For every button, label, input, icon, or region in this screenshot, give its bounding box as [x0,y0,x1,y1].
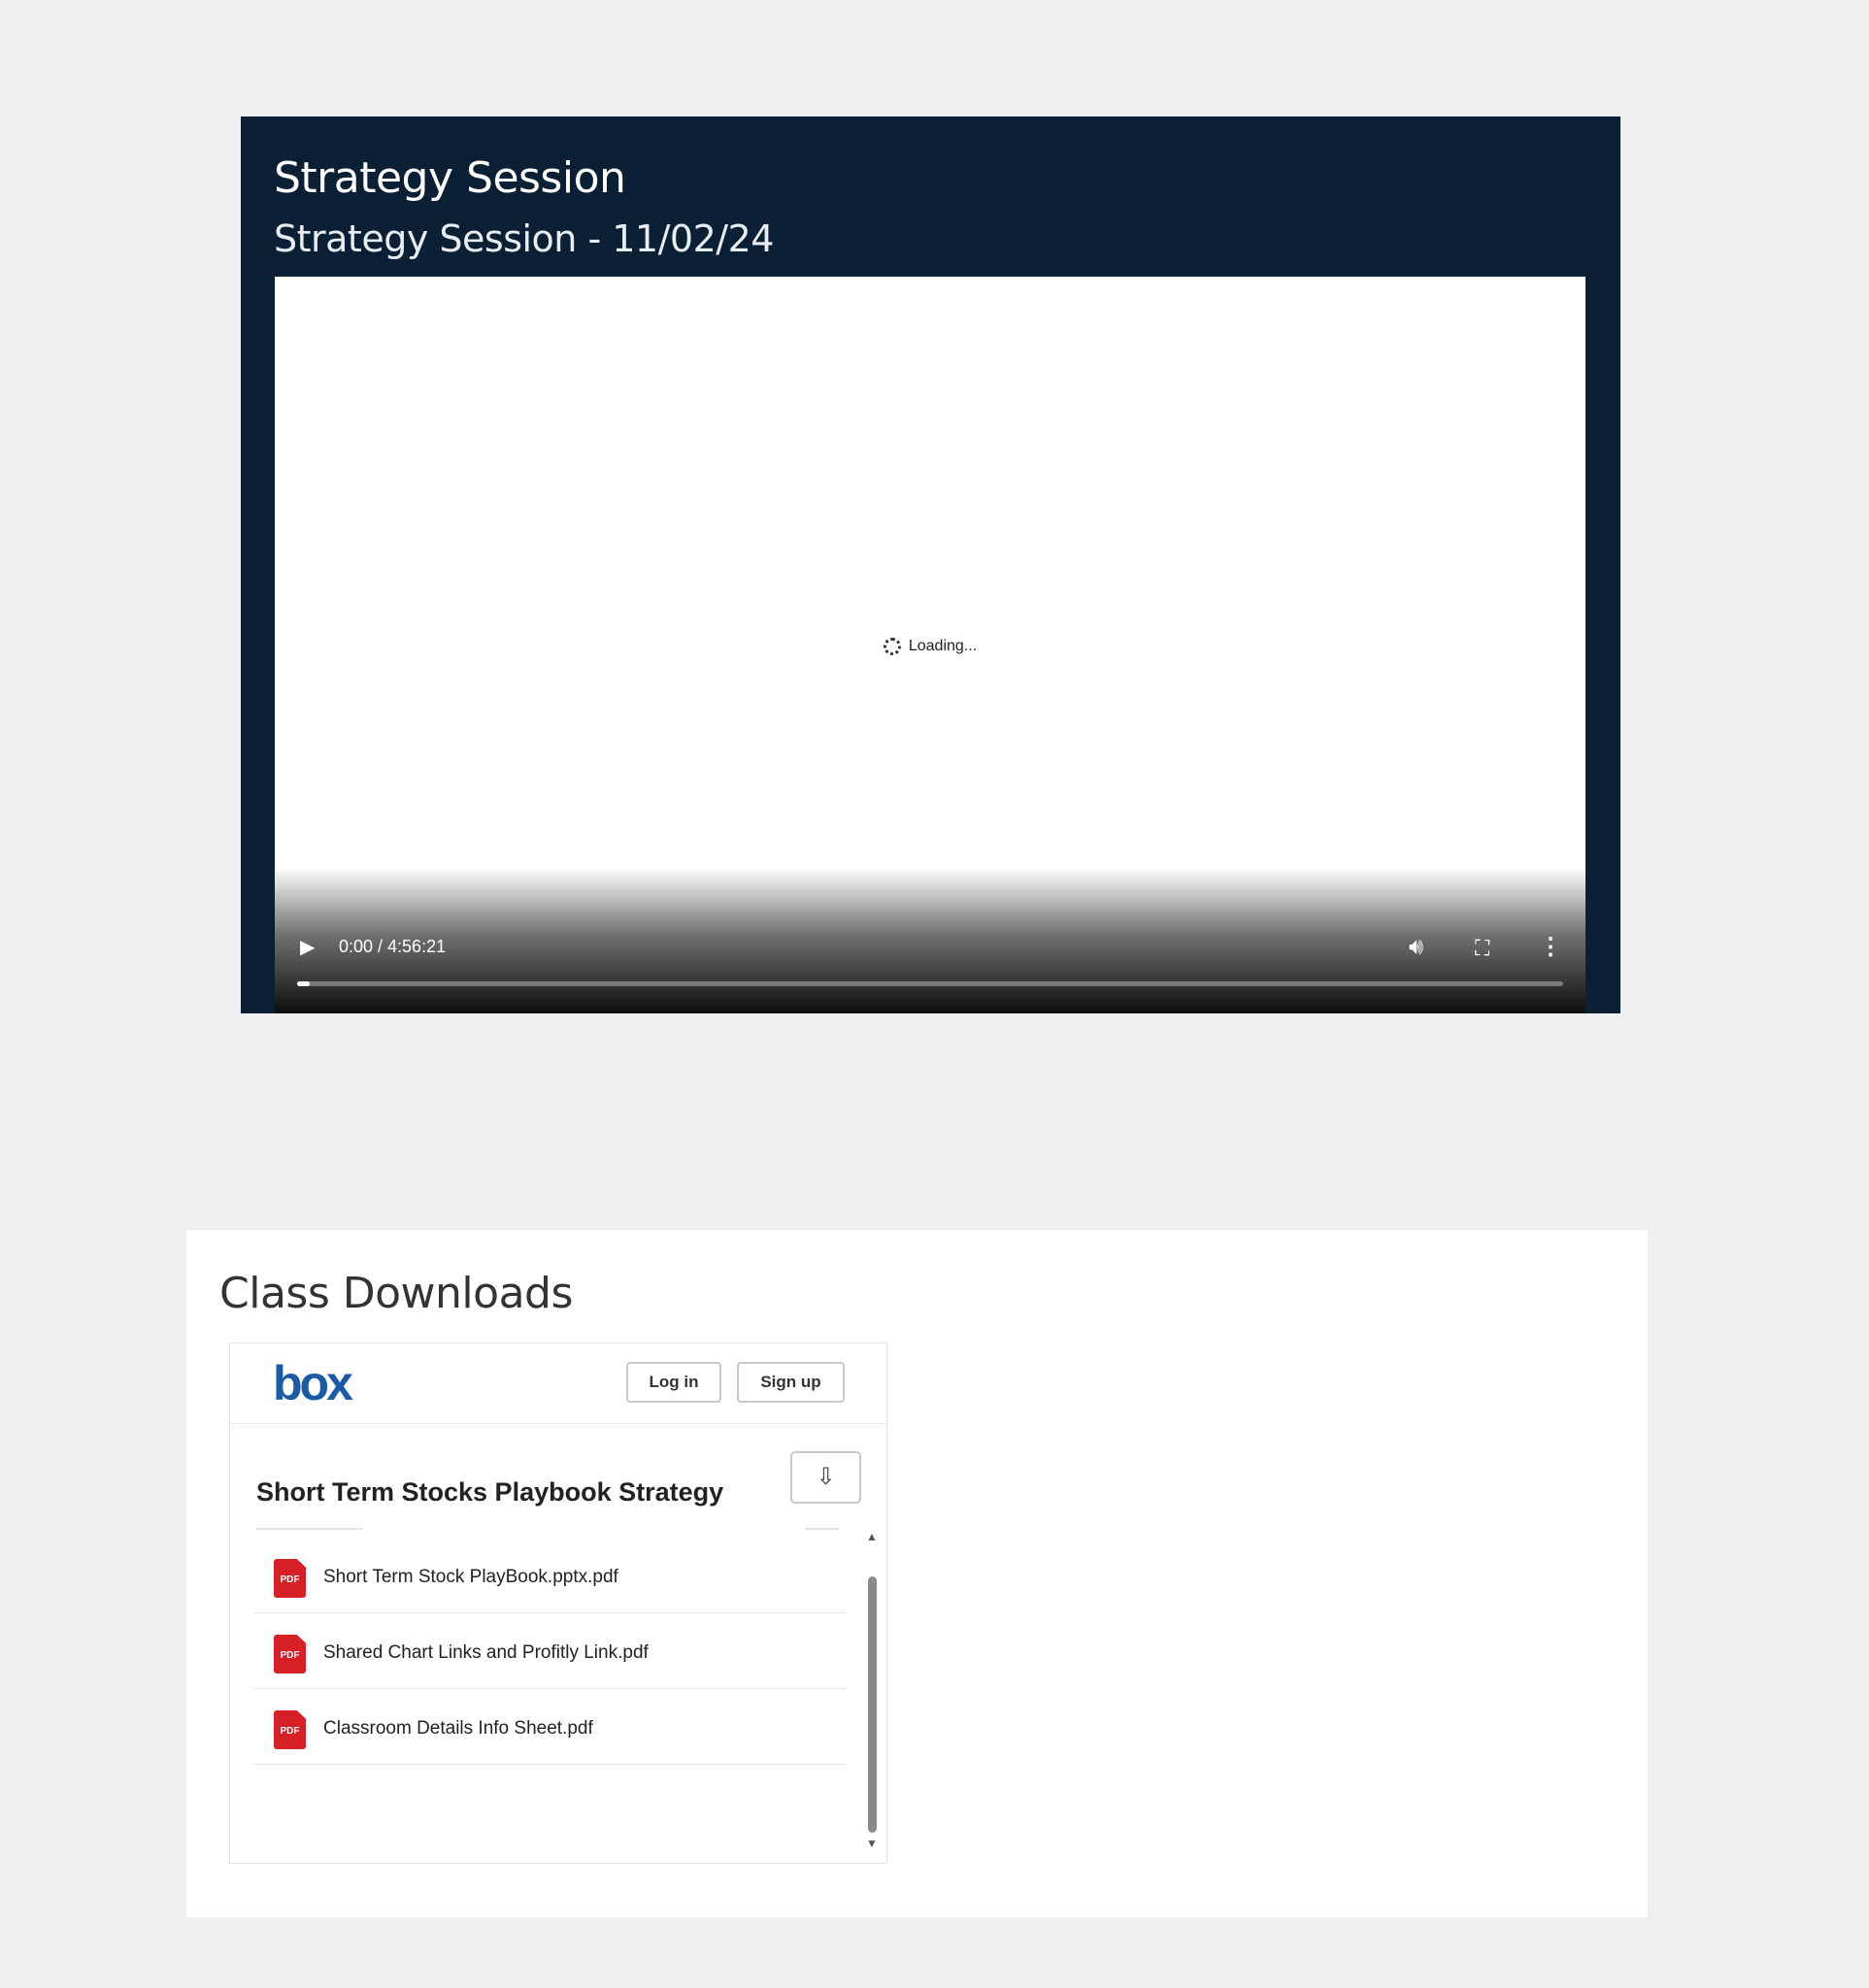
list-item[interactable]: PDF Shared Chart Links and Profitly Link… [253,1613,846,1689]
progress-bar[interactable] [297,981,1563,986]
pdf-file-icon: PDF [274,1710,306,1749]
login-button[interactable]: Log in [626,1362,721,1403]
fullscreen-icon[interactable]: ⛶ [1475,936,1489,961]
scrollbar[interactable]: ▲ ▼ [865,1530,879,1850]
file-name[interactable]: Classroom Details Info Sheet.pdf [323,1718,593,1740]
controls-bar [275,868,1585,1013]
loading-indicator: Loading... [275,638,1585,655]
box-logo[interactable]: box [273,1355,353,1411]
divider [805,1528,839,1530]
scroll-down-icon[interactable]: ▼ [865,1837,879,1850]
video-title: Strategy Session [274,153,626,203]
box-header: box Log in Sign up [230,1343,886,1424]
signup-button[interactable]: Sign up [737,1362,845,1403]
pdf-file-icon: PDF [274,1559,306,1598]
download-icon[interactable]: ⇩ [790,1451,861,1504]
volume-icon[interactable]: 🔊︎ [1409,934,1423,961]
pdf-file-icon: PDF [274,1635,306,1673]
loading-text: Loading... [908,638,978,655]
file-name[interactable]: Short Term Stock PlayBook.pptx.pdf [323,1567,618,1588]
downloads-section: Class Downloads box Log in Sign up Short… [186,1230,1648,1917]
divider [256,1528,363,1530]
box-embed: box Log in Sign up Short Term Stocks Pla… [229,1342,887,1864]
scroll-thumb[interactable] [868,1576,877,1833]
downloads-heading: Class Downloads [219,1269,573,1318]
list-item[interactable]: PDF Classroom Details Info Sheet.pdf [253,1689,846,1765]
progress-fill [297,981,311,986]
time-display: 0:00 / 4:56:21 [339,937,447,956]
more-options-icon[interactable]: ⋮ [1539,933,1562,961]
video-subtitle: Strategy Session - 11/02/24 [274,217,774,260]
scroll-up-icon[interactable]: ▲ [865,1530,879,1543]
video-card: Strategy Session Strategy Session - 11/0… [241,116,1620,1013]
video-player[interactable]: Loading... ▶ 0:00 / 4:56:21 🔊︎ ⛶ ⋮ [275,277,1585,1013]
play-icon[interactable]: ▶ [300,935,315,959]
list-item[interactable]: PDF Short Term Stock PlayBook.pptx.pdf [253,1538,846,1613]
file-name[interactable]: Shared Chart Links and Profitly Link.pdf [323,1642,649,1664]
folder-title: Short Term Stocks Playbook Strategy [256,1477,724,1507]
spinner-icon [883,638,901,655]
file-list: PDF Short Term Stock PlayBook.pptx.pdf P… [253,1538,846,1765]
